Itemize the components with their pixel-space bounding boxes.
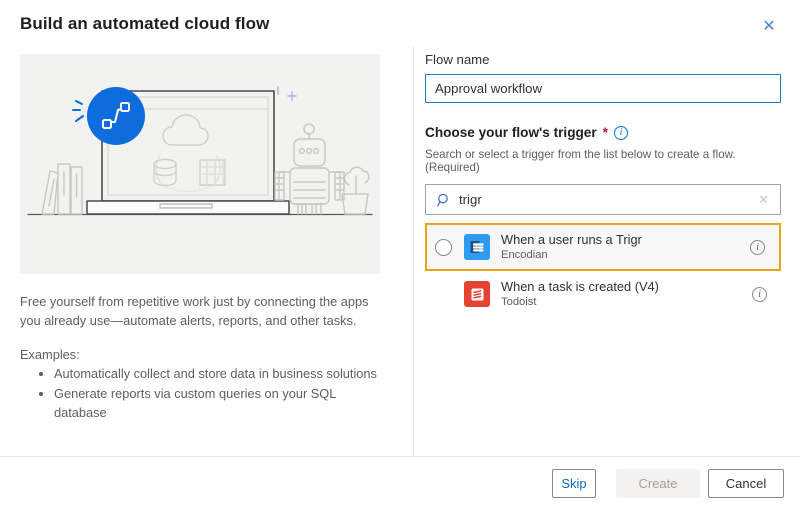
trigger-text: When a task is created (V4) Todoist (501, 279, 752, 309)
search-input[interactable] (459, 186, 749, 213)
search-icon (437, 193, 451, 207)
info-icon[interactable]: i (613, 125, 628, 140)
trigger-publisher: Todoist (501, 296, 537, 308)
skip-button[interactable]: Skip (552, 469, 596, 498)
examples-label: Examples: (20, 347, 80, 362)
info-icon[interactable]: i (752, 286, 767, 302)
todoist-icon (464, 281, 490, 307)
panel-divider (413, 46, 414, 456)
list-item: Generate reports via custom queries on y… (54, 384, 380, 422)
info-icon[interactable]: i (750, 239, 765, 255)
create-button[interactable]: Create (616, 469, 700, 498)
trigger-results-list: When a user runs a Trigr Encodian i When… (425, 223, 781, 317)
flow-config-pane: Flow name Choose your flow's trigger * i… (425, 52, 783, 317)
trigger-search-box[interactable]: ✕ (425, 184, 781, 215)
close-icon[interactable]: ✕ (758, 16, 780, 38)
trigger-title: When a user runs a Trigr (501, 232, 642, 247)
dialog-header: Build an automated cloud flow ✕ (0, 0, 800, 48)
trigger-row-todoist[interactable]: When a task is created (V4) Todoist i (425, 271, 781, 317)
trigger-row-encodian[interactable]: When a user runs a Trigr Encodian i (425, 223, 781, 271)
cancel-button[interactable]: Cancel (708, 469, 784, 498)
examples-list: Automatically collect and store data in … (20, 364, 380, 422)
trigger-title: When a task is created (V4) (501, 279, 659, 294)
info-pane: Free yourself from repetitive work just … (20, 54, 380, 422)
build-cloud-flow-dialog: Build an automated cloud flow ✕ Free you… (0, 0, 800, 508)
trigger-radio[interactable] (435, 238, 452, 256)
trigger-label-row: Choose your flow's trigger * i (425, 125, 783, 140)
encodian-icon (464, 234, 490, 260)
clear-icon[interactable]: ✕ (756, 192, 771, 207)
list-item: Automatically collect and store data in … (54, 364, 380, 383)
flow-name-label: Flow name (425, 52, 490, 67)
trigger-help-text: Search or select a trigger from the list… (425, 148, 736, 174)
required-marker: * (602, 125, 608, 140)
page-title: Build an automated cloud flow (20, 14, 270, 33)
dialog-footer: Skip Create Cancel (0, 457, 800, 508)
trigger-publisher: Encodian (501, 249, 548, 261)
automated-cloud-flow-illustration (20, 54, 380, 274)
flow-name-input[interactable] (425, 74, 781, 103)
trigger-label: Choose your flow's trigger (425, 125, 597, 140)
trigger-text: When a user runs a Trigr Encodian (501, 232, 750, 262)
promo-text: Free yourself from repetitive work just … (20, 294, 369, 328)
